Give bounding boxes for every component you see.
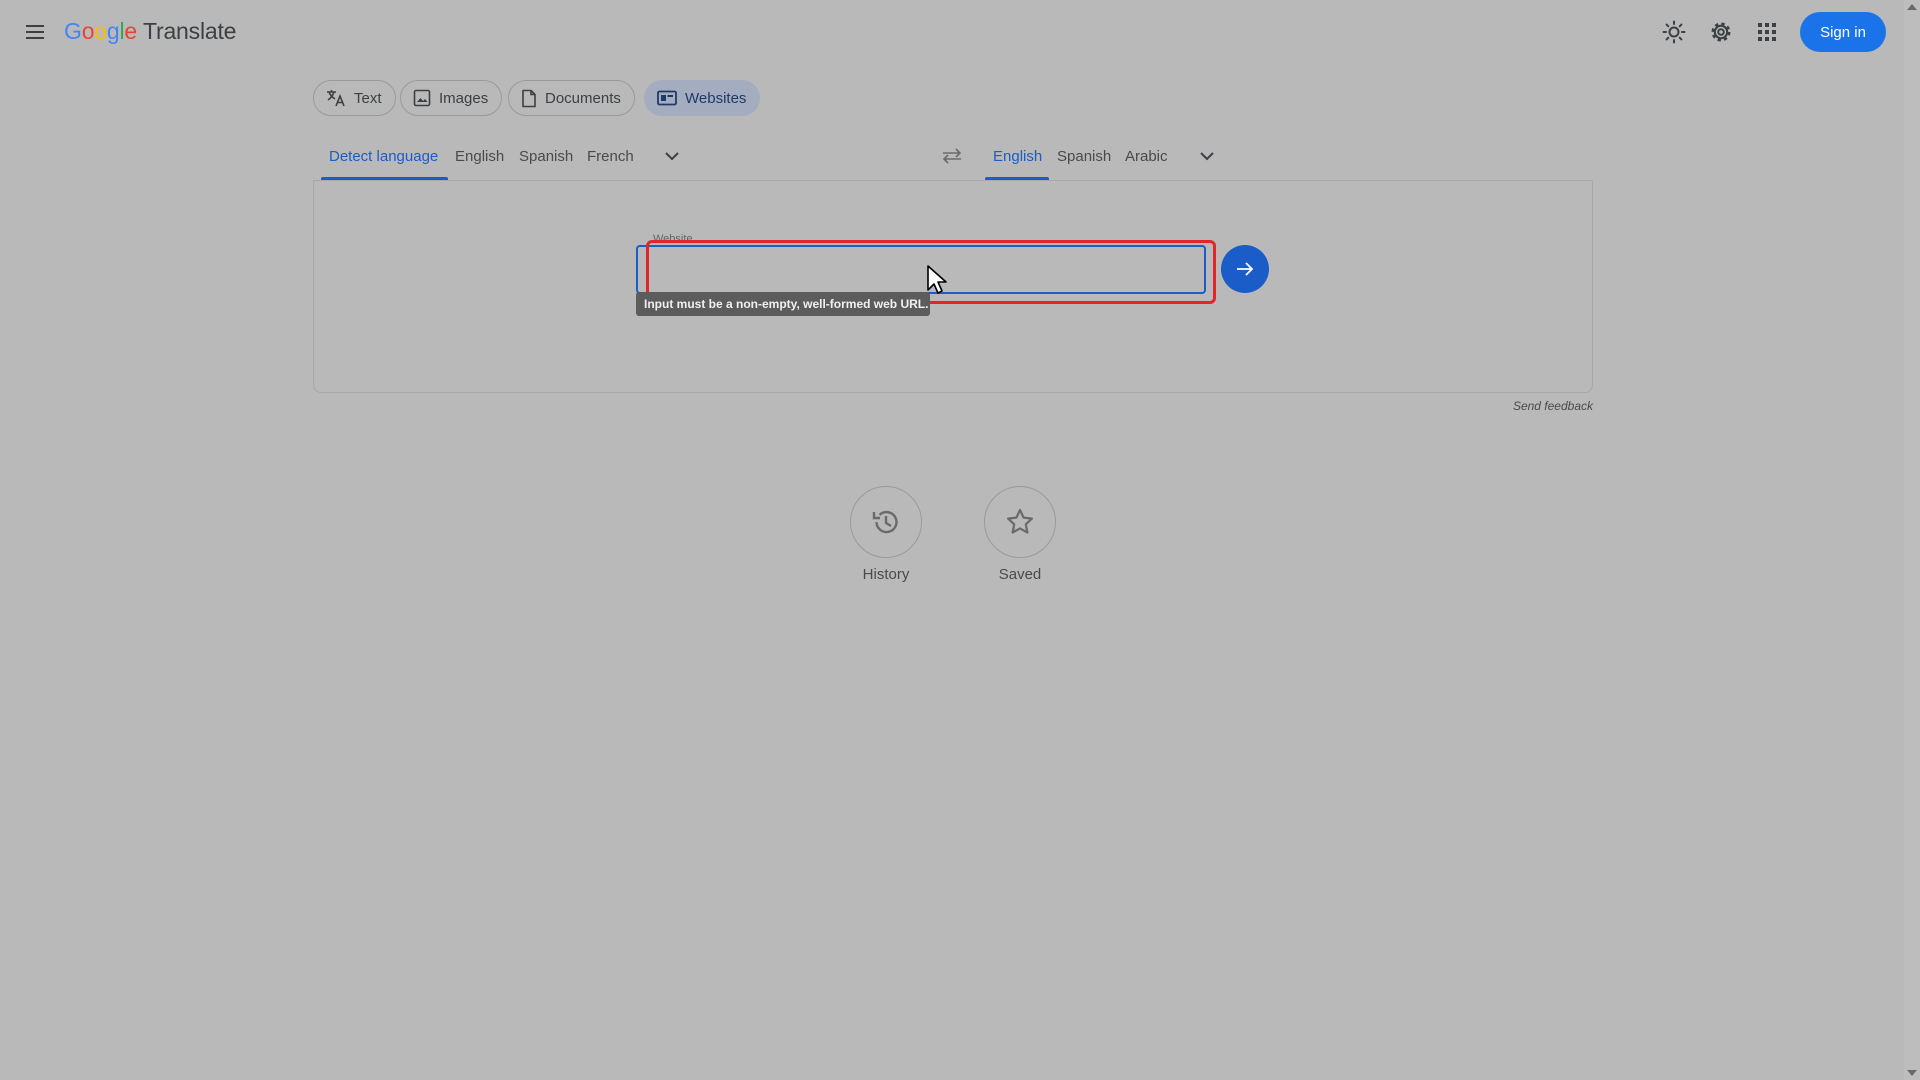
tab-documents[interactable]: Documents <box>508 80 635 116</box>
star-icon <box>1007 508 1033 534</box>
tab-text[interactable]: Text <box>313 80 396 116</box>
logo-letter: e <box>124 18 137 44</box>
website-url-input[interactable] <box>650 256 1190 284</box>
settings-button[interactable] <box>1703 14 1739 50</box>
tab-websites[interactable]: Websites <box>644 80 761 116</box>
settings-gear-icon <box>1711 22 1731 42</box>
url-error-tooltip: Input must be a non-empty, well-formed w… <box>636 292 930 316</box>
logo-letter: o <box>81 18 95 44</box>
theme-sun-icon <box>1662 20 1686 44</box>
logo-letter: G <box>64 18 82 44</box>
document-icon <box>522 89 536 107</box>
scroll-up-arrow-icon[interactable] <box>1907 4 1917 10</box>
google-apps-button[interactable] <box>1749 14 1785 50</box>
source-lang-english[interactable]: English <box>447 146 512 180</box>
translate-icon <box>327 90 345 107</box>
target-lang-more-button[interactable] <box>1191 140 1223 172</box>
apps-grid-icon <box>1758 23 1776 41</box>
app-header: Google Translate Sign in <box>0 0 1904 64</box>
tab-images-label: Images <box>439 89 489 107</box>
swap-arrows-icon <box>942 148 962 164</box>
arrow-right-icon <box>1237 262 1254 276</box>
history-icon <box>872 510 898 534</box>
source-lang-more-button[interactable] <box>656 140 688 172</box>
image-icon <box>413 89 431 107</box>
source-lang-spanish[interactable]: Spanish <box>511 146 581 180</box>
translate-website-button[interactable] <box>1221 245 1269 293</box>
scroll-down-arrow-icon[interactable] <box>1907 1070 1917 1076</box>
menu-icon <box>26 25 44 39</box>
chevron-down-icon <box>1200 152 1214 161</box>
main-menu-button[interactable] <box>18 14 54 50</box>
sign-in-button[interactable]: Sign in <box>1800 12 1886 52</box>
saved-label: Saved <box>998 566 1042 583</box>
logo-letter: o <box>94 18 107 44</box>
target-lang-english[interactable]: English <box>985 146 1050 180</box>
tab-documents-label: Documents <box>545 89 621 107</box>
google-translate-logo[interactable]: Google Translate <box>64 18 236 45</box>
target-lang-spanish[interactable]: Spanish <box>1049 146 1119 180</box>
tab-websites-label: Websites <box>685 89 747 107</box>
source-lang-french[interactable]: French <box>579 146 642 180</box>
history-button[interactable] <box>850 486 922 558</box>
theme-toggle-button[interactable] <box>1656 14 1692 50</box>
logo-product-name: Translate <box>143 18 237 44</box>
send-feedback-link[interactable]: Send feedback <box>1480 399 1593 413</box>
saved-button[interactable] <box>984 486 1056 558</box>
website-icon <box>657 90 677 106</box>
tab-text-label: Text <box>354 89 382 107</box>
logo-letter: g <box>106 18 120 44</box>
target-lang-arabic[interactable]: Arabic <box>1117 146 1176 180</box>
source-lang-detect[interactable]: Detect language <box>321 146 446 180</box>
website-url-label: Website <box>650 233 696 245</box>
page-scrollbar[interactable] <box>1904 0 1920 1080</box>
chevron-down-icon <box>665 152 679 161</box>
tab-images[interactable]: Images <box>400 80 503 116</box>
history-label: History <box>862 566 910 583</box>
swap-languages-button[interactable] <box>936 140 968 172</box>
